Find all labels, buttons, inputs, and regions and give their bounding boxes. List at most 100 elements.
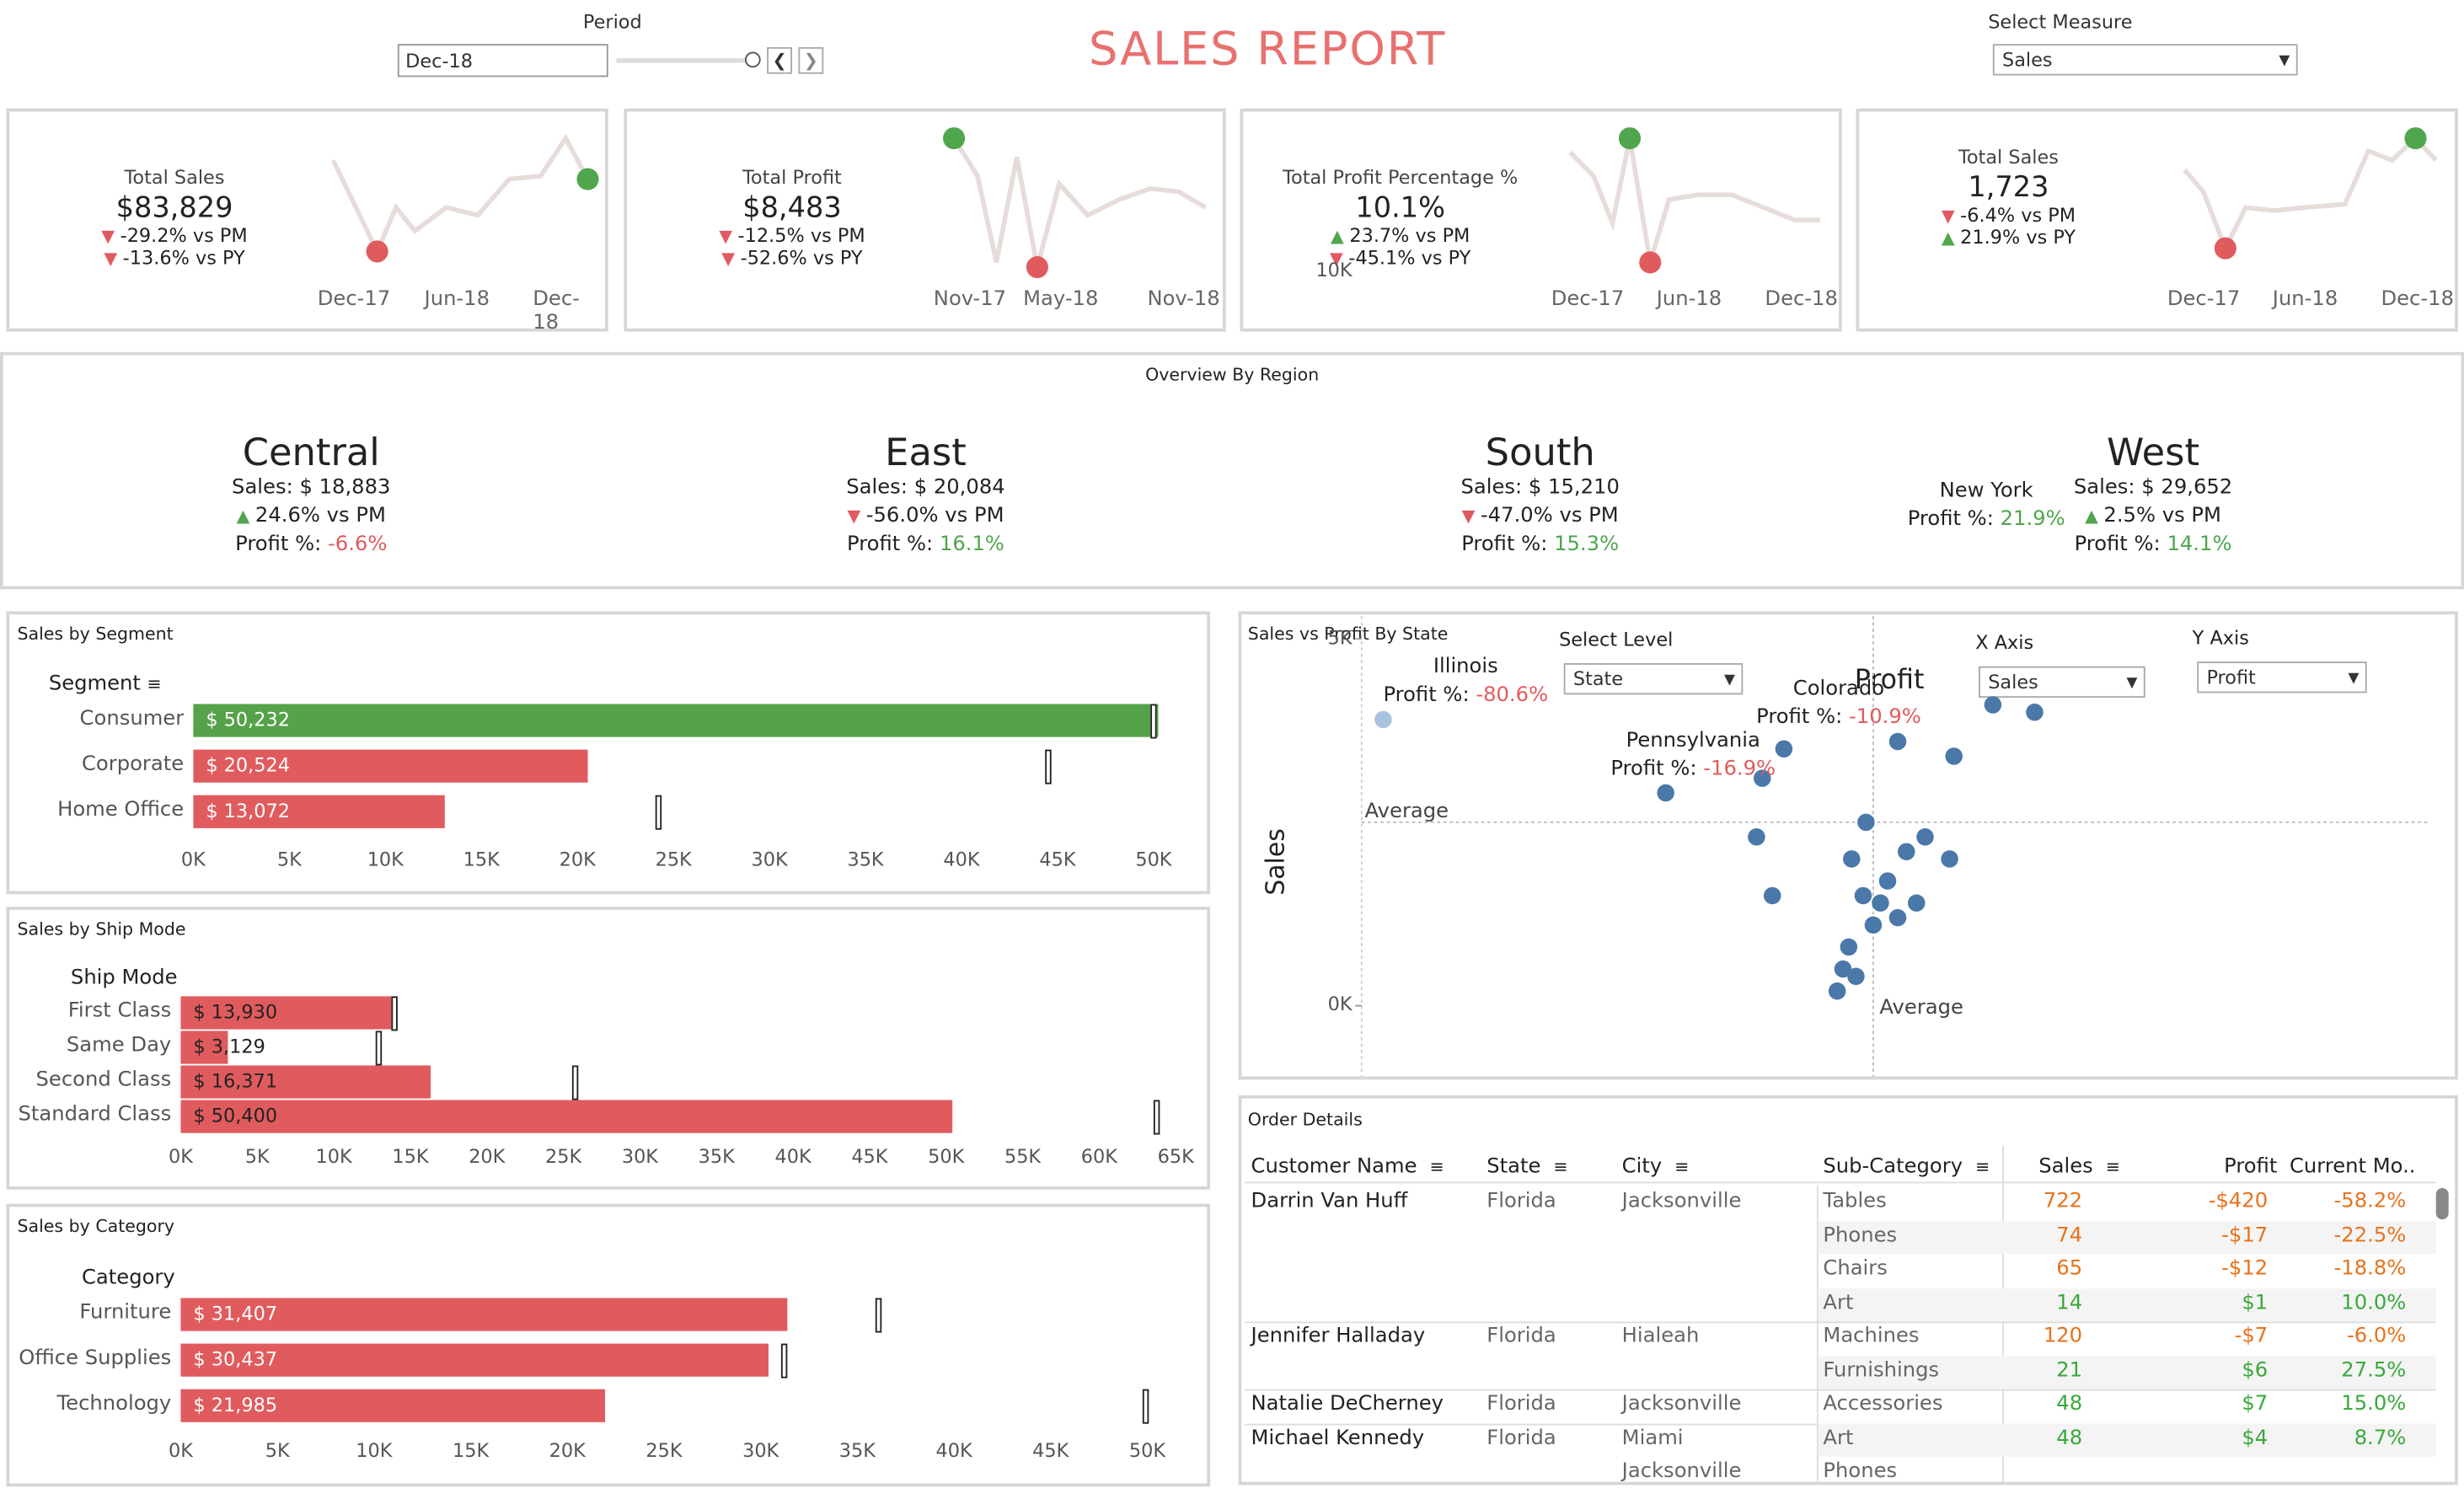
scatter-point[interactable] xyxy=(1763,886,1781,905)
sort-icon[interactable]: ≡ xyxy=(1674,1157,1689,1177)
sparkline-axis-label: Jun-18 xyxy=(2272,287,2338,312)
sort-icon[interactable]: ≡ xyxy=(1553,1157,1567,1177)
city-cell: Jacksonville xyxy=(1621,1189,1742,1213)
period-input[interactable]: Dec-18 xyxy=(397,44,608,78)
scatter-point[interactable] xyxy=(1374,710,1392,729)
next-period-button[interactable]: ❯ xyxy=(798,46,824,74)
sparkline-min-point xyxy=(1639,251,1662,274)
column-header-text: Sales xyxy=(2038,1154,2093,1179)
x-axis-tick-label: 25K xyxy=(655,849,692,871)
scatter-point[interactable] xyxy=(1854,886,1872,905)
profit-label: Profit %: xyxy=(1383,683,1470,707)
scatter-point[interactable] xyxy=(1898,843,1915,860)
bar-same-day[interactable]: $ 3,129 xyxy=(180,1031,265,1064)
scatter-point[interactable] xyxy=(1857,813,1875,832)
scatter-point[interactable] xyxy=(1834,960,1852,978)
table-scrollbar[interactable] xyxy=(2435,1187,2449,1220)
region-profit-label: Profit %: xyxy=(847,533,934,557)
bar-corporate[interactable]: $ 20,524 xyxy=(193,749,588,783)
x-axis-tick-label: 45K xyxy=(1032,1439,1069,1462)
column-header-sales[interactable]: Sales ≡ xyxy=(2004,1155,2129,1179)
column-header-current-mo-[interactable]: Current Mo.. xyxy=(2287,1155,2425,1179)
bar-consumer[interactable]: $ 50,232 xyxy=(193,704,1159,737)
scatter-point[interactable] xyxy=(1748,828,1765,846)
region-name: Central xyxy=(242,431,380,475)
row-divider xyxy=(1245,1321,2436,1324)
scatter-point[interactable] xyxy=(1916,828,1934,846)
subcategory-cell: Phones xyxy=(1823,1223,1898,1247)
sort-icon[interactable]: ≡ xyxy=(2106,1157,2120,1177)
x-axis-tick-label: 35K xyxy=(847,849,884,871)
target-marker xyxy=(1044,749,1052,784)
triangle-up-icon: ▲ xyxy=(2085,506,2104,527)
sparkline-axis-label: Nov-17 xyxy=(933,287,1007,312)
bar-furniture[interactable]: $ 31,407 xyxy=(180,1298,788,1331)
dimension-label: Segment xyxy=(48,672,141,697)
scatter-point[interactable] xyxy=(1878,872,1897,890)
column-header-profit[interactable]: Profit xyxy=(2129,1155,2287,1179)
category-dimension-header[interactable]: Category xyxy=(82,1266,175,1290)
region-pm-suffix: vs PM xyxy=(945,504,1004,528)
target-marker xyxy=(1150,704,1157,739)
scatter-point[interactable] xyxy=(1864,916,1883,934)
profit-cell: $6 xyxy=(2242,1358,2268,1383)
bar-office-supplies[interactable]: $ 30,437 xyxy=(180,1343,769,1377)
sort-icon[interactable]: ≡ xyxy=(1975,1157,1990,1177)
x-axis-tick-label: 5K xyxy=(276,849,302,871)
scatter-point[interactable] xyxy=(1984,696,2002,714)
region-profit-value: 16.1% xyxy=(939,533,1004,557)
scatter-point[interactable] xyxy=(1888,908,1907,927)
bar-first-class[interactable]: $ 13,930 xyxy=(180,996,394,1030)
scatter-point[interactable] xyxy=(2026,703,2044,721)
x-axis-tick-label: 20K xyxy=(549,1439,586,1462)
bar-second-class[interactable]: $ 16,371 xyxy=(180,1065,431,1099)
scatter-point[interactable] xyxy=(1945,747,1963,765)
bar-home-office[interactable]: $ 13,072 xyxy=(193,795,445,828)
period-slider[interactable] xyxy=(616,58,752,63)
bar-row-label: Standard Class xyxy=(18,1103,172,1127)
scatter-point[interactable] xyxy=(1872,894,1889,912)
bar-technology[interactable]: $ 21,985 xyxy=(180,1389,606,1422)
profit-cell: -$17 xyxy=(2221,1223,2268,1247)
category-title: Sales by Category xyxy=(17,1216,175,1237)
region-profit-value: 14.1% xyxy=(2167,533,2232,557)
column-header-customer-name[interactable]: Customer Name ≡ xyxy=(1251,1155,1487,1179)
column-header-state[interactable]: State ≡ xyxy=(1486,1155,1621,1179)
scatter-point[interactable] xyxy=(1657,784,1674,802)
scatter-point[interactable] xyxy=(1828,982,1846,1000)
customer-cell: Darrin Van Huff xyxy=(1251,1189,1408,1213)
sparkline-max-point xyxy=(576,168,599,190)
period-slider-handle[interactable] xyxy=(745,51,761,68)
sort-icon[interactable]: ≡ xyxy=(1429,1157,1444,1177)
measure-select[interactable]: Sales ▼ xyxy=(1992,44,2298,76)
shipmode-dimension-header[interactable]: Ship Mode xyxy=(71,966,178,990)
column-header-sub-category[interactable]: Sub-Category ≡ xyxy=(1823,1155,2003,1179)
scatter-point[interactable] xyxy=(1907,894,1926,912)
scatter-point[interactable] xyxy=(1775,740,1793,758)
scatter-point[interactable] xyxy=(1843,850,1861,868)
sparkline-axis-label: Dec-17 xyxy=(2167,287,2241,312)
scatter-point[interactable] xyxy=(1941,850,1958,868)
profit-label: Profit %: xyxy=(1907,506,1994,531)
subcategory-cell: Accessories xyxy=(1823,1392,1943,1416)
x-axis-tick-label: 15K xyxy=(463,849,500,871)
x-axis-tick-label: 10K xyxy=(367,849,404,871)
chevron-down-icon: ▼ xyxy=(2279,53,2290,70)
sales-cell: 21 xyxy=(2056,1358,2083,1383)
region-pm: ▲ 24.6% vs PM xyxy=(131,503,492,532)
sparkline-min-point xyxy=(2214,237,2236,260)
x-axis-tick-label: 40K xyxy=(935,1439,972,1462)
x-axis-tick-label: 45K xyxy=(851,1145,888,1168)
sparkline-axis-label: May-18 xyxy=(1023,287,1099,312)
bar-standard-class[interactable]: $ 50,400 xyxy=(180,1100,952,1133)
segment-dimension-header[interactable]: Segment ≡ xyxy=(49,672,162,696)
scatter-point[interactable] xyxy=(1888,732,1907,751)
prev-period-button[interactable]: ❮ xyxy=(767,46,792,74)
x-axis-tick-label: 50K xyxy=(1128,1439,1166,1462)
column-header-city[interactable]: City ≡ xyxy=(1622,1155,1824,1179)
region-profit-value: 15.3% xyxy=(1554,533,1620,557)
state-cell: Florida xyxy=(1486,1189,1556,1213)
scatter-point[interactable] xyxy=(1840,938,1858,956)
region-pm-value: 2.5% xyxy=(2103,504,2156,528)
sort-icon[interactable]: ≡ xyxy=(147,674,161,694)
